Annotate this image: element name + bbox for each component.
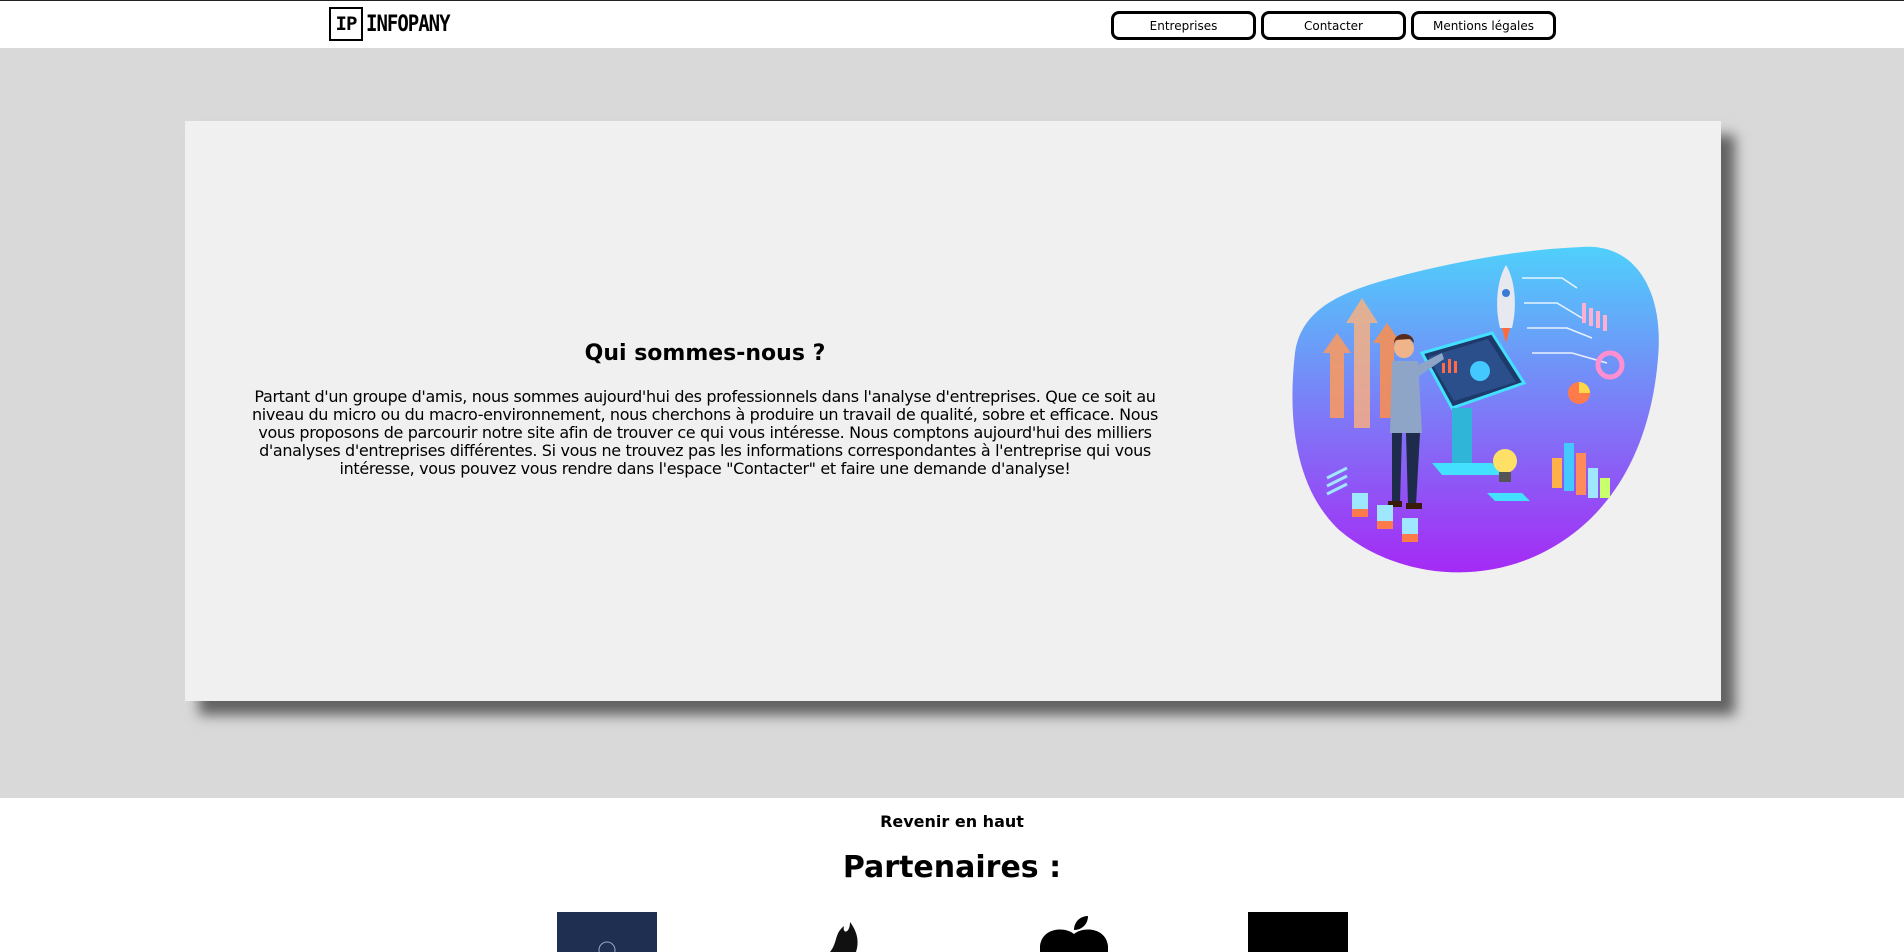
apple-logo[interactable] (1034, 912, 1114, 952)
site-footer: Revenir en haut Partenaires : (0, 798, 1904, 952)
nav-button-contacter[interactable]: Contacter (1261, 11, 1406, 40)
black-square-logo[interactable] (1248, 912, 1348, 952)
site-logo[interactable]: IP INFOPANY (329, 6, 451, 42)
partners-logos (0, 912, 1904, 952)
about-card: Qui sommes-nous ? Partant d'un groupe d'… (185, 121, 1721, 701)
back-to-top-link[interactable]: Revenir en haut (0, 812, 1904, 831)
about-text: Partant d'un groupe d'amis, nous sommes … (252, 387, 1158, 478)
hero-band: Qui sommes-nous ? Partant d'un groupe d'… (0, 48, 1904, 798)
logo-text: INFOPANY (366, 11, 451, 37)
about-section: Qui sommes-nous ? Partant d'un groupe d'… (245, 341, 1165, 478)
flame-logo[interactable] (820, 912, 870, 952)
site-header: IP INFOPANY Entreprises Contacter Mentio… (0, 1, 1904, 48)
logo-mark: IP (329, 7, 363, 41)
main-nav: Entreprises Contacter Mentions légales (1111, 11, 1556, 40)
nav-button-mentions-legales[interactable]: Mentions légales (1411, 11, 1556, 40)
business-analytics-illustration (1292, 246, 1659, 573)
partners-title: Partenaires : (842, 850, 1062, 885)
about-title: Qui sommes-nous ? (584, 341, 826, 366)
navy-seal-logo[interactable] (557, 912, 657, 952)
nav-button-entreprises[interactable]: Entreprises (1111, 11, 1256, 40)
